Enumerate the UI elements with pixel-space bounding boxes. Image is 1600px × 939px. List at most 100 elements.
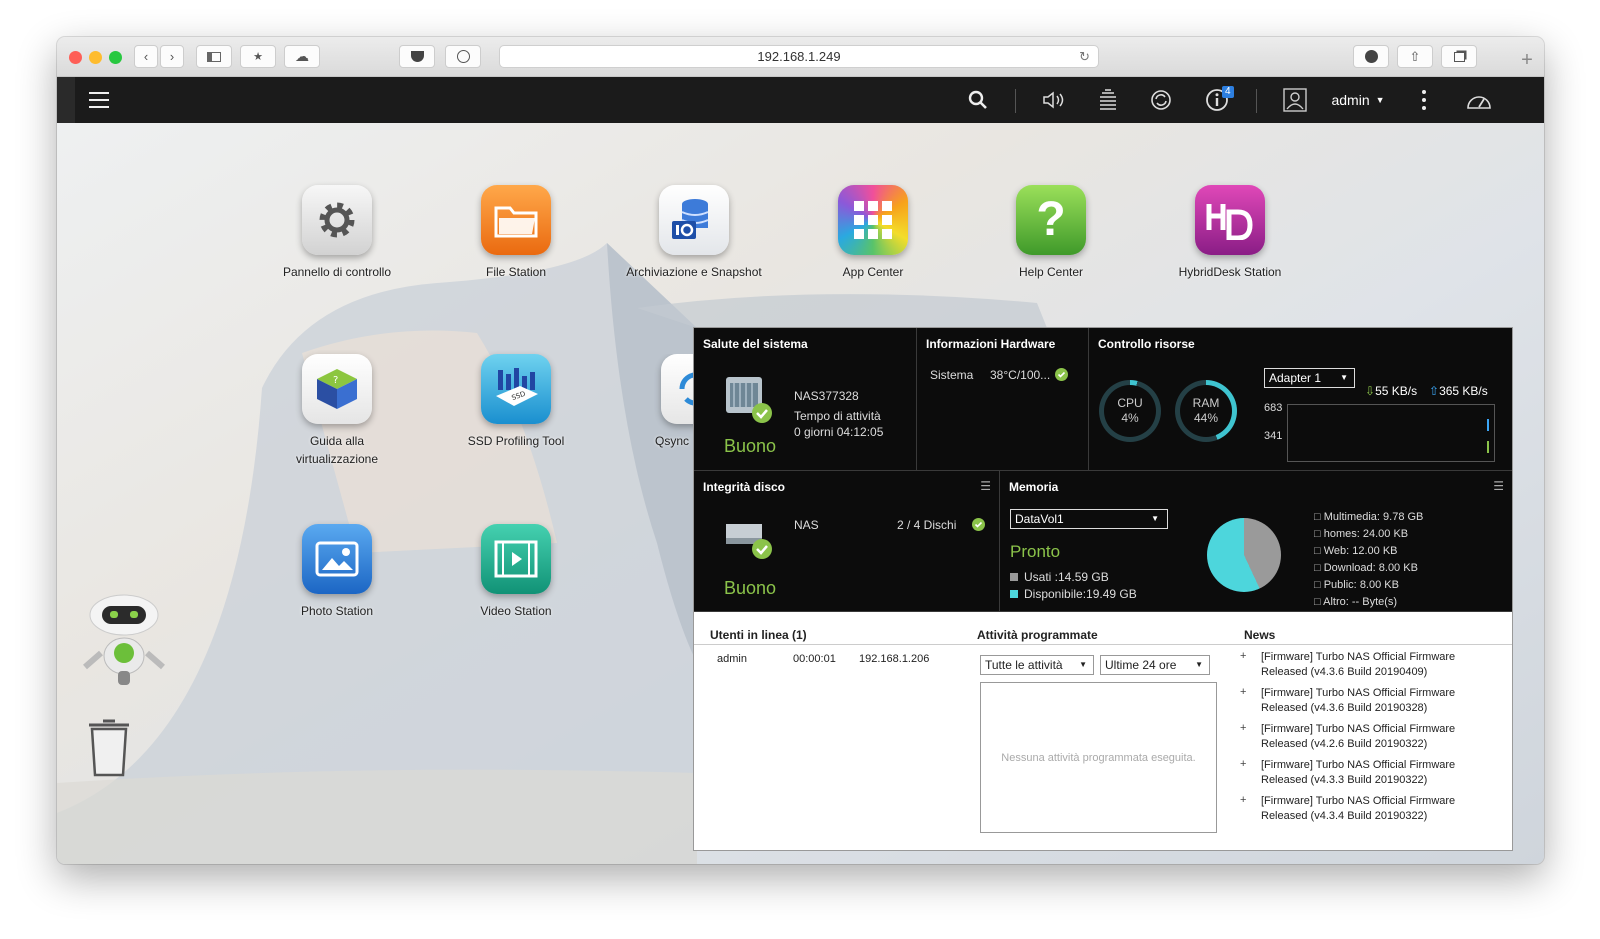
app-label: Video Station [480, 604, 552, 618]
svg-text:?: ? [333, 375, 338, 386]
list-icon[interactable]: ☰ [1493, 479, 1504, 493]
chevron-right-icon: › [169, 49, 175, 64]
folder-icon: □ [1314, 511, 1321, 523]
desktop: Pannello di controllo File Station Archi… [57, 123, 1544, 864]
hamburger-icon [89, 92, 109, 108]
password-button[interactable] [445, 45, 481, 68]
info-circle-icon [456, 50, 470, 63]
device-name: NAS377328 [794, 389, 859, 403]
address-bar[interactable]: 192.168.1.249 ↻ [499, 45, 1099, 68]
app-video-station[interactable]: Video Station [431, 524, 601, 620]
back-button[interactable]: ‹ [134, 45, 158, 68]
news-item[interactable]: + [Firmware] Turbo NAS Official Firmware R… [1240, 794, 1500, 830]
app-label: HybridDesk Station [1178, 265, 1282, 279]
browser-toolbar: ‹ › ★ ☁ 192.168.1.249 ↻ ⇧ + [57, 37, 1544, 77]
bookmarks-button[interactable]: ★ [240, 45, 276, 68]
user-avatar-button[interactable] [1280, 77, 1310, 123]
folder-item: □ Multimedia: 9.78 GB [1314, 511, 1424, 523]
caret-down-icon: ▼ [1151, 514, 1159, 523]
caret-down-icon: ▼ [1079, 660, 1087, 669]
card-title: Salute del sistema [703, 337, 808, 351]
system-health-card[interactable]: Salute del sistema NAS377328 Tempo di at… [694, 328, 917, 471]
external-devices-button[interactable] [1146, 77, 1176, 123]
app-help-center[interactable]: ? Help Center [966, 185, 1136, 281]
free-legend: Disponibile:19.49 GB [1010, 587, 1137, 601]
time-range-select[interactable]: Ultime 24 ore ▼ [1100, 655, 1210, 675]
cloud-icon: ☁ [295, 48, 309, 64]
folder-item: □ Web: 12.00 KB [1314, 545, 1398, 557]
app-hybriddesk-station[interactable]: HybridDesk Station [1145, 185, 1315, 281]
card-title: Memoria [1009, 480, 1059, 494]
reload-icon[interactable]: ↻ [1079, 46, 1090, 68]
forward-button[interactable]: › [160, 45, 184, 68]
card-title: Controllo risorse [1098, 337, 1195, 351]
storage-memory-card[interactable]: Memoria ☰ DataVol1 ▼ Pronto Usati :14.59 … [1000, 471, 1512, 612]
zoom-window-button[interactable] [109, 51, 122, 64]
folder-icon: □ [1314, 579, 1321, 591]
share-button[interactable]: ⇧ [1397, 45, 1433, 68]
news-item[interactable]: + [Firmware] Turbo NAS Official Firmware R… [1240, 650, 1500, 686]
online-users-title: Utenti in linea (1) [710, 628, 807, 642]
app-control-panel[interactable]: Pannello di controllo [252, 185, 422, 281]
news-item[interactable]: + [Firmware] Turbo NAS Official Firmware R… [1240, 758, 1500, 794]
downloads-button[interactable] [1353, 45, 1389, 68]
minimize-window-button[interactable] [89, 51, 102, 64]
user-menu[interactable]: admin ▼ [1325, 77, 1391, 123]
task-filter-select[interactable]: Tutte le attività ▼ [980, 655, 1094, 675]
app-file-station[interactable]: File Station [431, 185, 601, 281]
upload-line [1487, 419, 1489, 431]
hardware-info-card[interactable]: Informazioni Hardware Sistema 38°C/100..… [917, 328, 1089, 471]
new-tab-button[interactable]: + [1516, 49, 1538, 71]
main-menu-button[interactable] [85, 77, 113, 123]
folder-item: □ Download: 8.00 KB [1314, 562, 1418, 574]
topbar-edge [57, 77, 75, 123]
search-icon [968, 90, 987, 109]
disk-integrity-card[interactable]: Integrità disco ☰ NAS 2 / 4 Dischi Buono [694, 471, 1000, 612]
notifications-button[interactable]: 4 [1200, 77, 1234, 123]
sidebar-button[interactable] [196, 45, 232, 68]
chart-y-mid: 341 [1264, 430, 1283, 442]
app-app-center[interactable]: App Center [788, 185, 958, 281]
tabs-overview-button[interactable] [1441, 45, 1477, 68]
folder-icon: □ [1314, 596, 1321, 608]
dashboard-button[interactable] [1461, 77, 1497, 123]
folder-icon: □ [1314, 545, 1321, 557]
folder-icon [481, 185, 551, 255]
app-storage-snapshot[interactable]: Archiviazione e Snapshot [609, 185, 779, 281]
cpu-value: 4% [1121, 411, 1139, 425]
check-icon [1055, 368, 1068, 381]
volume-button[interactable] [1039, 77, 1071, 123]
browser-window: ‹ › ★ ☁ 192.168.1.249 ↻ ⇧ + 4 admin ▼ Pa… [57, 37, 1544, 864]
pocket-button[interactable] [399, 45, 435, 68]
online-user-time: 00:00:01 [793, 653, 836, 665]
database-camera-icon [659, 185, 729, 255]
caret-down-icon: ▼ [1375, 95, 1385, 105]
more-options-button[interactable] [1412, 77, 1436, 123]
uptime-value: 0 giorni 04:12:05 [794, 425, 884, 439]
username: admin [1331, 92, 1370, 108]
app-label: SSD Profiling Tool [467, 434, 565, 448]
volume-select[interactable]: DataVol1 ▼ [1010, 509, 1168, 529]
background-tasks-button[interactable] [1093, 77, 1123, 123]
tabs-icon [1453, 51, 1465, 62]
stack-icon [1100, 89, 1116, 110]
trash-icon[interactable] [85, 719, 133, 779]
question-icon: ? [1016, 185, 1086, 255]
app-qsync[interactable]: Qsync [609, 354, 699, 450]
close-window-button[interactable] [69, 51, 82, 64]
icloud-tabs-button[interactable]: ☁ [284, 45, 320, 68]
app-ssd-profiling-tool[interactable]: SSD SSD Profiling Tool [431, 354, 601, 450]
qboost-robot-icon[interactable] [79, 593, 169, 693]
adapter-select[interactable]: Adapter 1 ▼ [1264, 368, 1355, 388]
news-item[interactable]: + [Firmware] Turbo NAS Official Firmware R… [1240, 722, 1500, 758]
list-icon[interactable]: ☰ [980, 479, 991, 493]
news-item[interactable]: + [Firmware] Turbo NAS Official Firmware R… [1240, 686, 1500, 722]
card-title: Informazioni Hardware [926, 337, 1056, 351]
app-photo-station[interactable]: Photo Station [252, 524, 422, 620]
app-virtualization-guide[interactable]: ? Guida alla virtualizzazione [252, 354, 422, 468]
download-rate: ⇩55 KB/s [1365, 384, 1418, 398]
search-button[interactable] [963, 77, 993, 123]
resource-monitor-card[interactable]: Controllo risorse CPU 4% RAM 44% Adapter 1… [1089, 328, 1512, 471]
nas-device-icon [726, 377, 772, 423]
disk-status: Buono [724, 578, 777, 598]
